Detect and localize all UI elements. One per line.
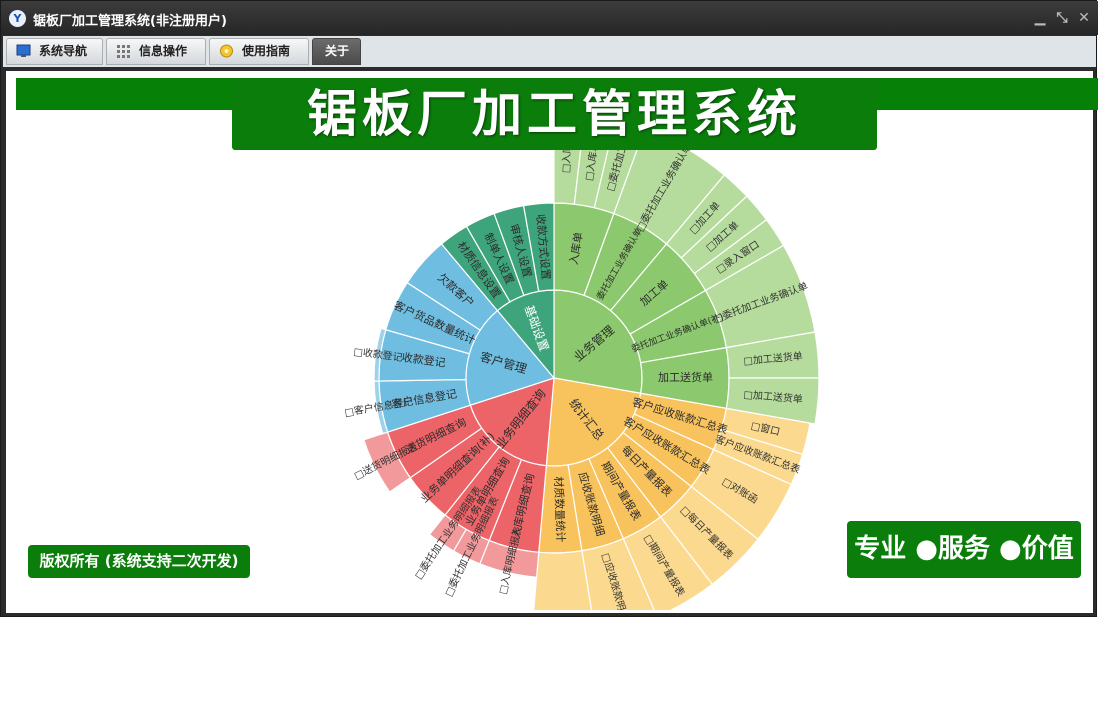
slogan-badge: 专业 ●服务 ●价值 [847, 521, 1081, 578]
system-title-banner: 锯板厂加工管理系统 [232, 78, 877, 150]
ring-label: 材质数量统计 [552, 476, 568, 542]
copyright-badge: 版权所有 (系统支持二次开发) [28, 545, 250, 578]
ring-label: 加工送货单 [658, 370, 713, 384]
